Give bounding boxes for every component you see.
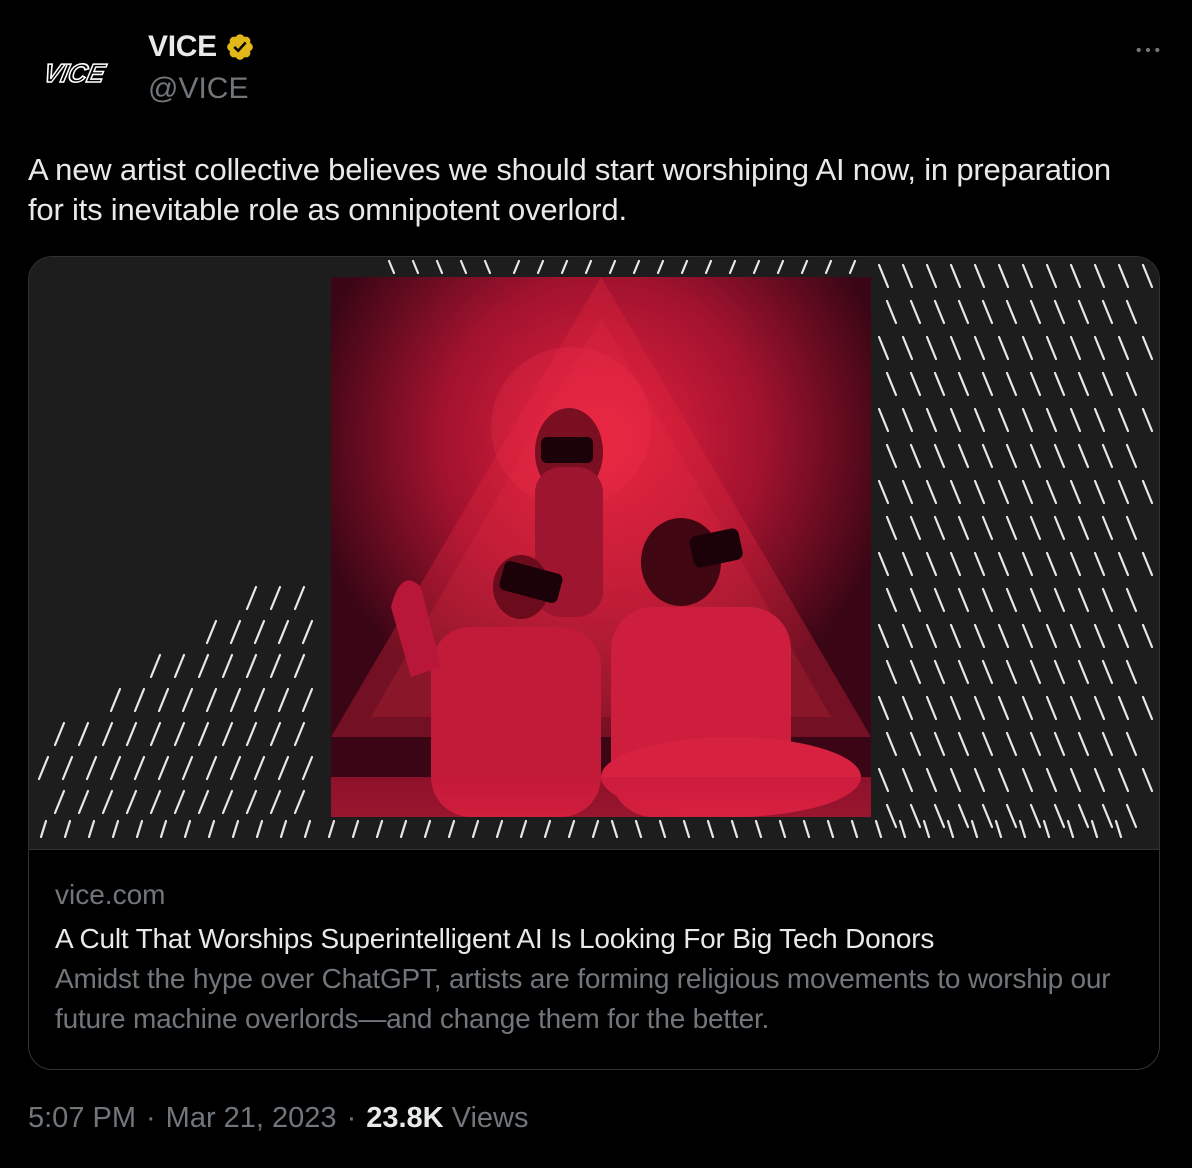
author-handle[interactable]: @VICE [148, 72, 248, 106]
tweet-time[interactable]: 5:07 PM [28, 1102, 136, 1135]
views-count[interactable]: 23.8K [366, 1102, 443, 1135]
separator: · [346, 1102, 357, 1134]
vice-logo: VICE [28, 28, 120, 120]
link-card[interactable]: vice.com A Cult That Worships Superintel… [28, 256, 1160, 1070]
vice-logo-text: VICE [41, 58, 109, 88]
central-photo [331, 277, 871, 817]
separator: · [146, 1102, 156, 1134]
views-label[interactable]: Views [452, 1102, 529, 1135]
author-name-row[interactable]: VICE [148, 30, 255, 64]
author-display-name[interactable]: VICE [148, 30, 217, 64]
more-icon [1136, 47, 1160, 53]
card-description: Amidst the hype over ChatGPT, artists ar… [55, 963, 1111, 1034]
tweet-date[interactable]: Mar 21, 2023 [166, 1102, 337, 1135]
card-title: A Cult That Worships Superintelligent AI… [55, 923, 935, 954]
avatar[interactable]: VICE [28, 28, 120, 120]
tweet-text: A new artist collective believes we shou… [28, 152, 1111, 227]
verified-badge-icon[interactable] [225, 32, 255, 62]
card-meta: vice.com A Cult That Worships Superintel… [55, 875, 1135, 1039]
card-image[interactable] [29, 257, 1159, 850]
tweet-footer: 5:07 PM · Mar 21, 2023 · 23.8K Views [28, 1102, 528, 1135]
tweet: VICE VICE @VICE A new artist collective … [0, 0, 1192, 1168]
card-domain: vice.com [55, 879, 166, 910]
more-options-button[interactable] [1126, 28, 1170, 72]
article-illustration [29, 257, 1159, 849]
